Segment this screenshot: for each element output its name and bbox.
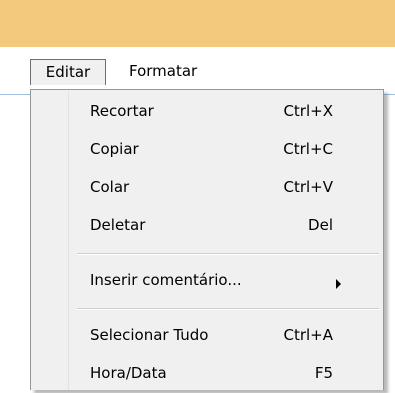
menu-item-deletar[interactable]: Deletar Del xyxy=(31,207,383,245)
menu-item-shortcut: F5 xyxy=(314,364,333,382)
menu-item-copiar[interactable]: Copiar Ctrl+C xyxy=(31,131,383,169)
window-titlebar xyxy=(0,0,395,47)
menu-item-label: Selecionar Tudo xyxy=(90,326,209,344)
menu-item-label: Copiar xyxy=(90,140,139,158)
menu-formatar[interactable]: Formatar xyxy=(123,59,233,85)
submenu-arrow-icon xyxy=(336,279,341,289)
menu-item-label: Recortar xyxy=(90,102,154,120)
menu-item-recortar[interactable]: Recortar Ctrl+X xyxy=(31,93,383,131)
menu-item-label: Colar xyxy=(90,178,130,196)
menu-bar: Editar Formatar xyxy=(0,47,395,95)
menu-item-shortcut: Del xyxy=(308,216,333,234)
menu-item-shortcut: Ctrl+X xyxy=(283,102,333,120)
menu-item-label: Inserir comentário... xyxy=(90,271,242,289)
menu-item-shortcut: Ctrl+V xyxy=(283,178,333,196)
menu-item-label: Hora/Data xyxy=(90,364,167,382)
menu-item-shortcut: Ctrl+C xyxy=(283,140,333,158)
menu-item-shortcut: Ctrl+A xyxy=(283,326,333,344)
menu-editar[interactable]: Editar xyxy=(30,59,106,85)
menu-item-selecionar-tudo[interactable]: Selecionar Tudo Ctrl+A xyxy=(31,317,383,355)
menu-separator xyxy=(77,308,379,310)
edit-dropdown-menu: Recortar Ctrl+X Copiar Ctrl+C Colar Ctrl… xyxy=(30,89,384,390)
menu-separator xyxy=(77,253,379,255)
menu-item-hora-data[interactable]: Hora/Data F5 xyxy=(31,355,383,393)
menu-item-label: Deletar xyxy=(90,216,146,234)
menu-item-inserir-comentario[interactable]: Inserir comentário... xyxy=(31,262,383,300)
menu-item-colar[interactable]: Colar Ctrl+V xyxy=(31,169,383,207)
